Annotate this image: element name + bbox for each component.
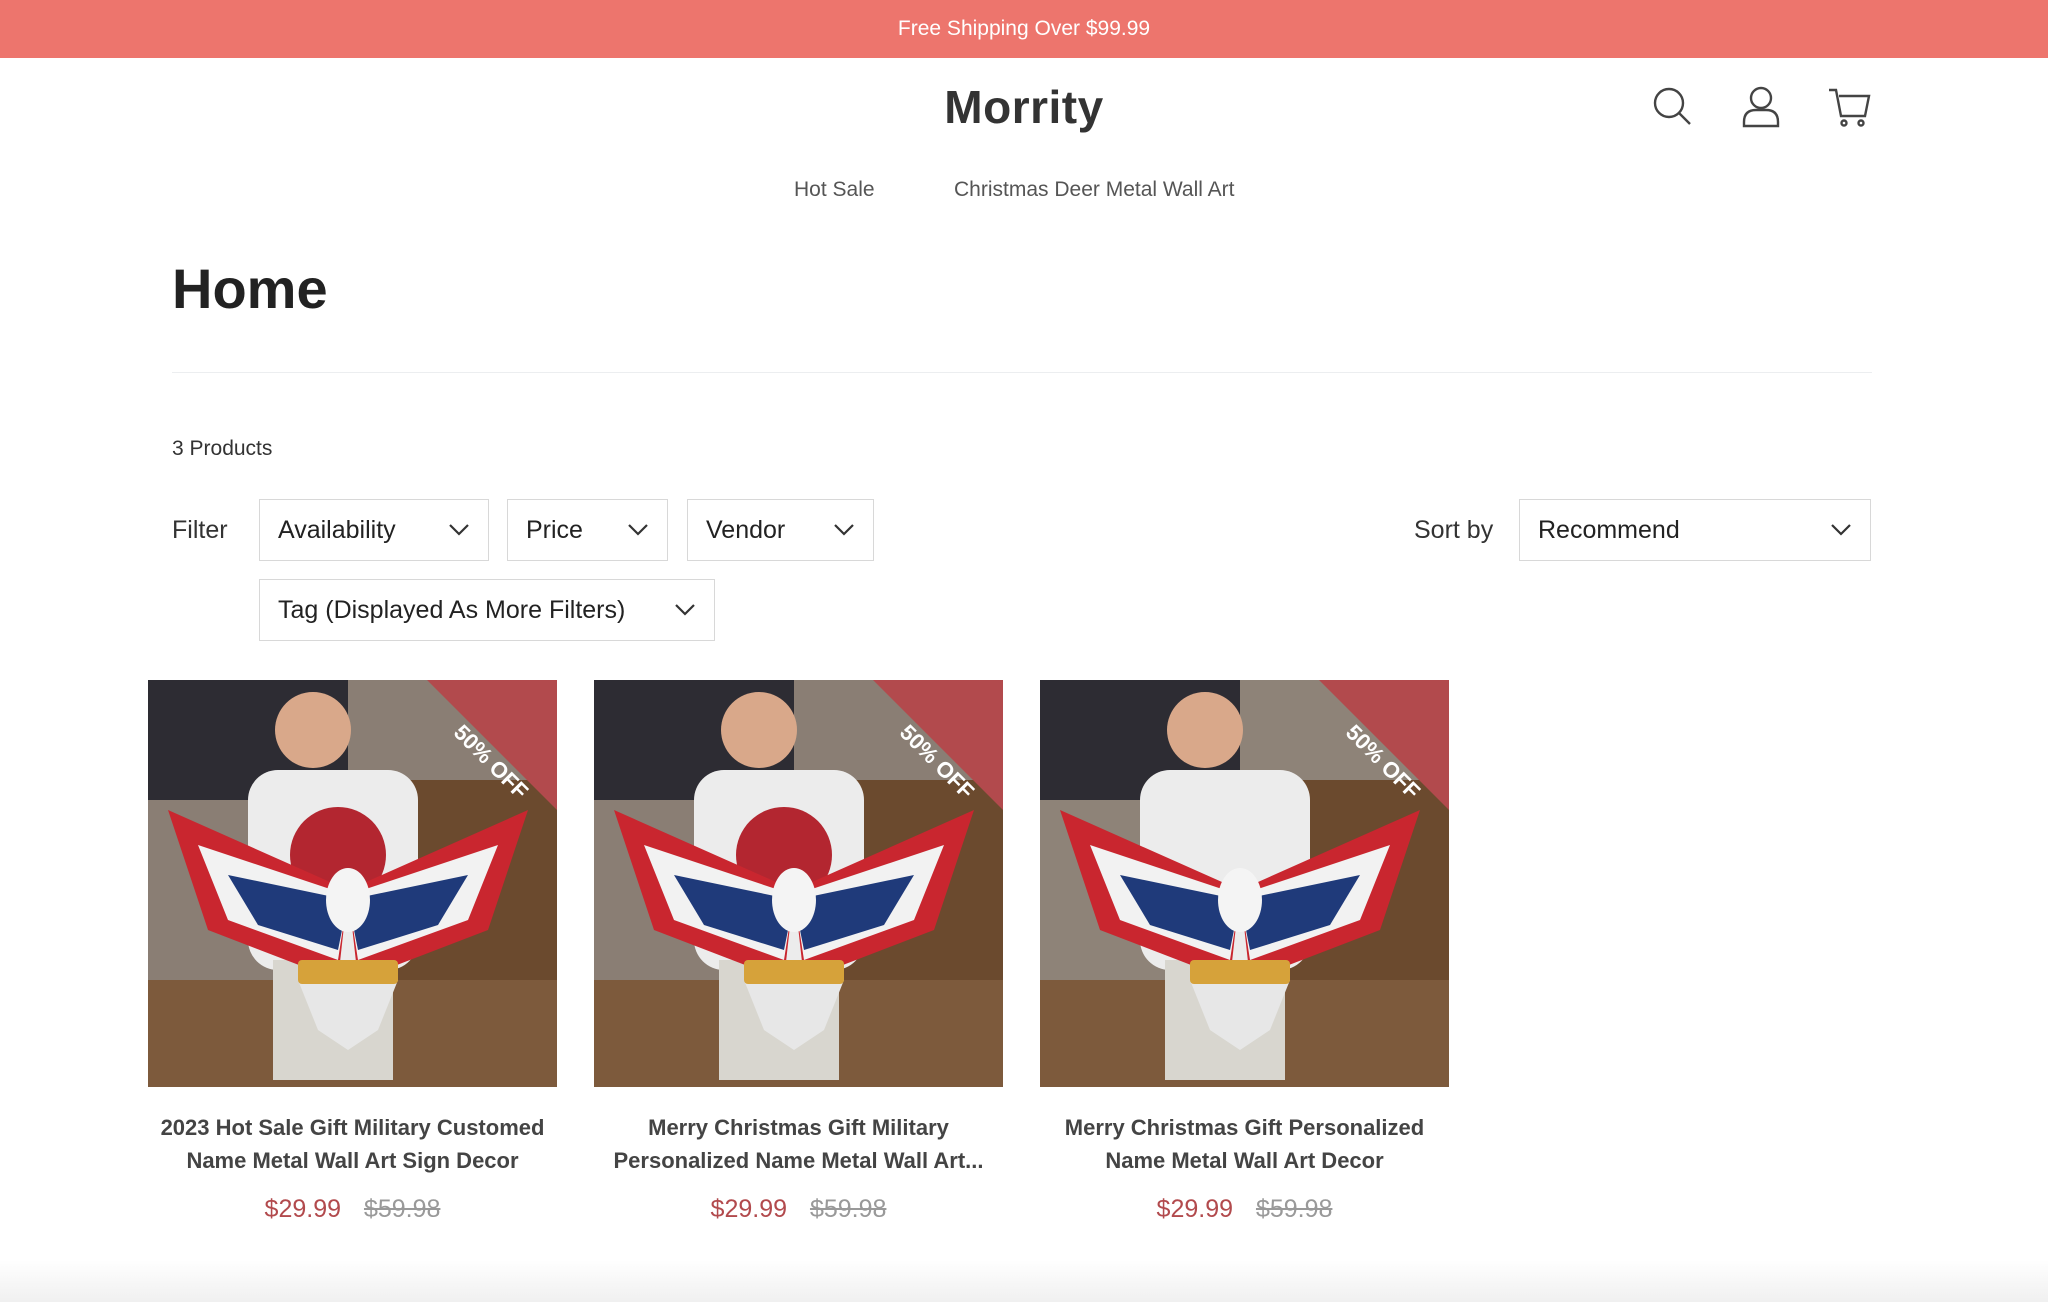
sort-label: Sort by bbox=[1414, 516, 1494, 544]
product-title[interactable]: Merry Christmas Gift Military Personaliz… bbox=[594, 1111, 1003, 1177]
chevron-down-icon bbox=[834, 524, 854, 536]
filter-price[interactable]: Price bbox=[507, 499, 668, 561]
product-prices: $29.99 $59.98 bbox=[1040, 1195, 1449, 1224]
product-prices: $29.99 $59.98 bbox=[594, 1195, 1003, 1224]
filter-tag-label: Tag (Displayed As More Filters) bbox=[278, 595, 626, 624]
discount-badge: 50% OFF bbox=[427, 680, 557, 810]
account-icon[interactable] bbox=[1739, 84, 1783, 128]
nav-item-hot-sale[interactable]: Hot Sale bbox=[794, 178, 875, 202]
chevron-down-icon bbox=[1831, 524, 1851, 536]
sale-price: $29.99 bbox=[1156, 1195, 1234, 1223]
search-icon[interactable] bbox=[1650, 84, 1694, 128]
product-card[interactable]: 50% OFF Merry Christmas Gift Military Pe… bbox=[594, 680, 1003, 1224]
sale-price: $29.99 bbox=[710, 1195, 788, 1223]
filter-availability[interactable]: Availability bbox=[259, 499, 489, 561]
filter-vendor-label: Vendor bbox=[706, 515, 786, 544]
cart-icon[interactable] bbox=[1827, 84, 1871, 128]
product-card[interactable]: 50% OFF 2023 Hot Sale Gift Military Cust… bbox=[148, 680, 557, 1224]
divider bbox=[172, 372, 1872, 373]
bottom-fade bbox=[0, 1260, 2048, 1302]
product-image[interactable]: 50% OFF bbox=[1040, 680, 1449, 1087]
product-title[interactable]: Merry Christmas Gift Personalized Name M… bbox=[1040, 1111, 1449, 1177]
sort-select[interactable]: Recommend bbox=[1519, 499, 1871, 561]
filter-label: Filter bbox=[172, 516, 228, 544]
product-card[interactable]: 50% OFF Merry Christmas Gift Personalize… bbox=[1040, 680, 1449, 1224]
filter-tag[interactable]: Tag (Displayed As More Filters) bbox=[259, 579, 715, 641]
site-header: Morrity bbox=[0, 58, 2048, 158]
announcement-bar: Free Shipping Over $99.99 bbox=[0, 0, 2048, 58]
page-title: Home bbox=[172, 257, 328, 320]
product-count: 3 Products bbox=[172, 437, 273, 460]
product-image[interactable]: 50% OFF bbox=[594, 680, 1003, 1087]
main-nav: Hot Sale Christmas Deer Metal Wall Art bbox=[0, 174, 2048, 210]
chevron-down-icon bbox=[675, 604, 695, 616]
filter-price-label: Price bbox=[526, 515, 583, 544]
discount-badge: 50% OFF bbox=[1319, 680, 1449, 810]
announcement-text: Free Shipping Over $99.99 bbox=[897, 17, 1151, 40]
filter-availability-label: Availability bbox=[278, 515, 396, 544]
product-image[interactable]: 50% OFF bbox=[148, 680, 557, 1087]
compare-price: $59.98 bbox=[809, 1195, 887, 1223]
discount-badge: 50% OFF bbox=[873, 680, 1003, 810]
product-prices: $29.99 $59.98 bbox=[148, 1195, 557, 1224]
sale-price: $29.99 bbox=[264, 1195, 342, 1223]
chevron-down-icon bbox=[628, 524, 648, 536]
sort-value: Recommend bbox=[1538, 515, 1680, 544]
product-title[interactable]: 2023 Hot Sale Gift Military Customed Nam… bbox=[148, 1111, 557, 1177]
filter-vendor[interactable]: Vendor bbox=[687, 499, 874, 561]
compare-price: $59.98 bbox=[363, 1195, 441, 1223]
chevron-down-icon bbox=[449, 524, 469, 536]
nav-item-christmas-deer[interactable]: Christmas Deer Metal Wall Art bbox=[954, 178, 1234, 202]
compare-price: $59.98 bbox=[1255, 1195, 1333, 1223]
